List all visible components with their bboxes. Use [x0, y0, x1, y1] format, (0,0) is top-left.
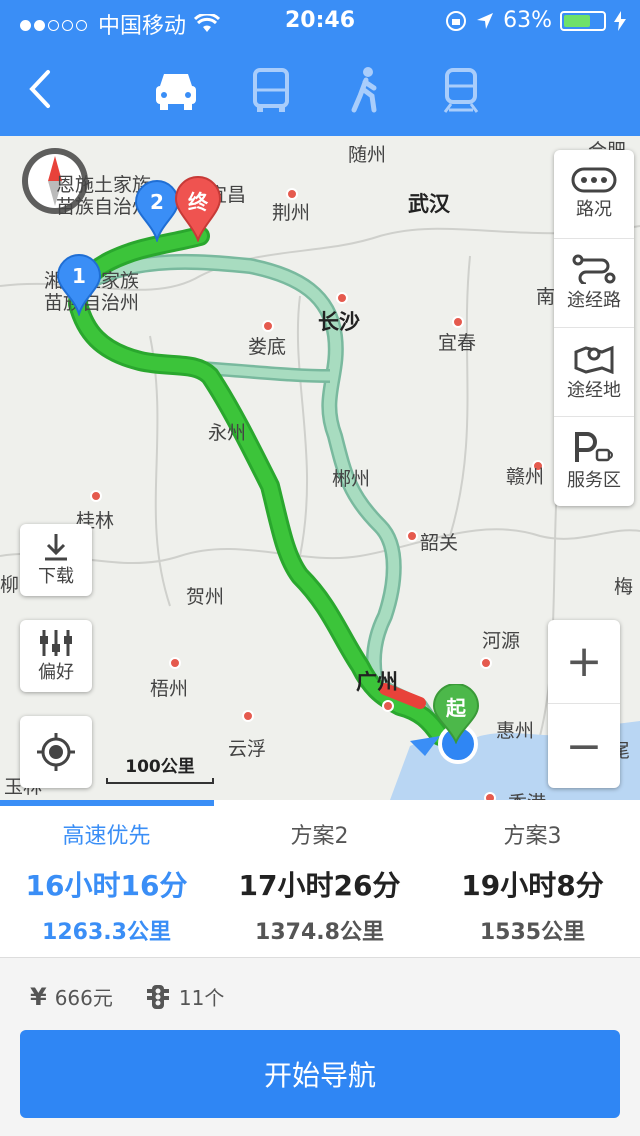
header: 中国移动 20:46 63% — [0, 0, 640, 136]
route-duration: 16小时16分 — [25, 869, 188, 902]
bus-icon[interactable] — [243, 62, 299, 118]
rotation-lock-icon — [446, 10, 467, 31]
preference-label: 偏好 — [38, 662, 74, 683]
route-via-icon — [572, 254, 616, 284]
route-info-panel: ¥ 666元 11个 开始导航 — [0, 958, 640, 1136]
city-label: 香港 — [508, 788, 546, 800]
city-label: 梅 — [614, 576, 634, 598]
route-duration: 17小时26分 — [238, 869, 401, 902]
route-distance: 1535公里 — [479, 920, 586, 945]
city-label: 永州 — [208, 422, 247, 444]
preference-button[interactable]: 偏好 — [20, 620, 92, 692]
car-icon[interactable] — [148, 62, 204, 118]
route-summary: ¥ 666元 11个 — [30, 982, 224, 1011]
city-label: 赣州 — [506, 466, 545, 488]
walk-icon[interactable] — [338, 62, 394, 118]
waypoint-1-label: 1 — [72, 264, 86, 288]
battery-icon — [560, 10, 606, 31]
via-road-label: 途经路 — [567, 290, 621, 311]
city-label: 韶关 — [420, 532, 459, 554]
traffic-button[interactable]: 路况 — [554, 150, 634, 239]
traffic-light-count: 11个 — [178, 986, 225, 1010]
map-tools-panel: 路况 途经路 途经地 服务区 — [554, 150, 634, 506]
city-label: 云浮 — [228, 738, 267, 760]
route-option-2[interactable]: 方案2 17小时26分 1374.8公里 — [213, 800, 426, 958]
locate-icon — [37, 733, 75, 771]
route-option-3[interactable]: 方案3 19小时8分 1535公里 — [426, 800, 639, 958]
traffic-light-icon — [146, 984, 169, 1009]
zoom-controls: + − — [548, 620, 620, 788]
service-area-label: 服务区 — [567, 469, 621, 491]
toll-cost: 666元 — [54, 986, 113, 1010]
city-label: 梧州 — [150, 678, 189, 700]
route-distance: 1374.8公里 — [255, 920, 384, 945]
train-icon[interactable] — [433, 62, 489, 118]
map-pin-icon — [574, 345, 614, 374]
route-name: 高速优先 — [62, 824, 151, 849]
route-options: 高速优先 16小时16分 1263.3公里 方案2 17小时26分 1374.8… — [0, 800, 640, 958]
download-button[interactable]: 下载 — [20, 524, 92, 596]
scale-label: 100公里 — [125, 757, 195, 777]
route-name: 方案2 — [290, 824, 349, 849]
sliders-icon — [40, 630, 72, 656]
city-label: 广州 — [356, 670, 398, 694]
via-road-button[interactable]: 途经路 — [554, 239, 634, 328]
city-label: 荆州 — [272, 202, 311, 224]
city-label: 宜春 — [438, 332, 477, 354]
route-duration: 19小时8分 — [461, 869, 604, 902]
service-area-button[interactable]: 服务区 — [554, 417, 634, 506]
location-arrow-icon — [477, 12, 494, 29]
route-distance: 1263.3公里 — [42, 920, 171, 945]
city-label: 武汉 — [408, 192, 450, 216]
start-navigation-button[interactable]: 开始导航 — [20, 1030, 620, 1118]
city-label: 惠州 — [496, 720, 535, 742]
download-label: 下载 — [38, 566, 74, 587]
locate-button[interactable] — [20, 716, 92, 788]
traffic-label: 路况 — [576, 199, 612, 220]
status-bar: 中国移动 20:46 63% — [0, 0, 640, 40]
city-label: 南 — [536, 286, 556, 308]
yen-icon: ¥ — [30, 982, 47, 1011]
scale-bar: 100公里 — [106, 752, 214, 788]
end-pin-label: 终 — [188, 190, 208, 214]
zoom-out-button[interactable]: − — [548, 704, 620, 788]
route-option-1[interactable]: 高速优先 16小时16分 1263.3公里 — [0, 800, 213, 958]
start-pin-label: 起 — [446, 696, 466, 720]
city-label: 柳 — [0, 574, 20, 596]
back-arrow-icon[interactable] — [22, 64, 62, 114]
battery-percent: 63% — [503, 8, 552, 33]
city-label: 娄底 — [248, 336, 287, 358]
download-icon — [45, 534, 67, 561]
traffic-icon — [571, 167, 617, 193]
transport-mode-bar — [0, 50, 640, 130]
zoom-in-button[interactable]: + — [548, 620, 620, 704]
route-name: 方案3 — [503, 824, 562, 849]
charging-icon — [614, 10, 626, 31]
city-label: 贺州 — [186, 586, 225, 608]
via-place-button[interactable]: 途经地 — [554, 328, 634, 417]
city-label: 长沙 — [318, 310, 360, 334]
route-map[interactable]: 随州 恩施土家族苗族自治州 宜昌 荆州 武汉 湘西土家族苗族自治州 长沙 娄底 … — [0, 136, 640, 800]
city-label: 河源 — [482, 630, 521, 652]
via-place-label: 途经地 — [567, 380, 621, 401]
city-label: 郴州 — [332, 468, 371, 490]
city-label: 随州 — [348, 144, 387, 166]
service-area-icon — [575, 431, 613, 462]
